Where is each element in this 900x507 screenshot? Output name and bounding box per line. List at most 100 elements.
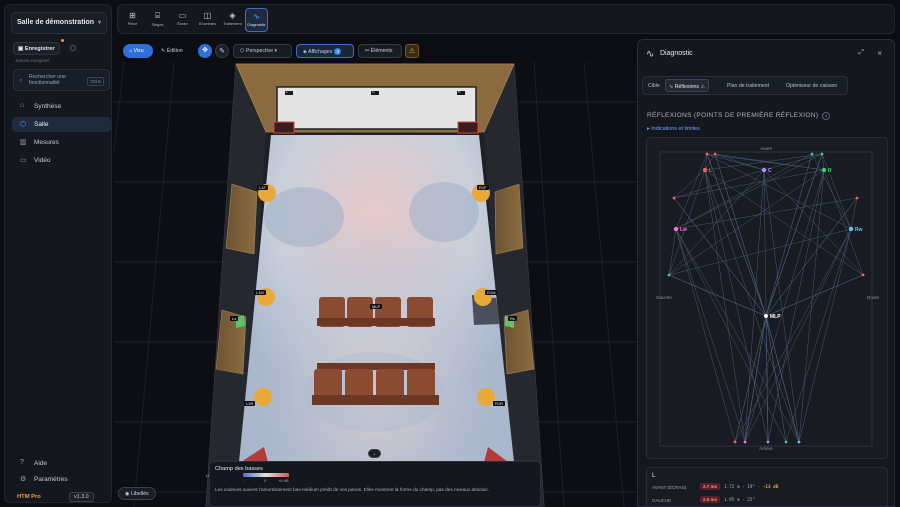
tab-plan-traitement[interactable]: Plan de traitement <box>724 79 772 92</box>
reflection-ray <box>744 169 825 443</box>
count-badge: 3 <box>334 48 342 55</box>
distance-angle: 1.72 m · 19° <box>724 485 756 490</box>
tool-label: Enceintes <box>198 21 217 26</box>
expand-icon[interactable]: ⤢ <box>858 49 864 57</box>
legend-description: Les couleurs suivent l'amortissement bas… <box>215 487 489 492</box>
nav-item-synthese[interactable]: ⌂ Synthèse <box>12 99 111 114</box>
nav-item-video[interactable]: ▭ Vidéo <box>12 153 111 168</box>
reflection-ray <box>821 153 852 230</box>
button-label: Éléments <box>370 48 393 54</box>
reflection-ray <box>704 169 769 443</box>
room-scene <box>114 62 636 507</box>
seat-row-front[interactable] <box>317 297 435 327</box>
reflection-ray <box>675 153 813 230</box>
reflection-point <box>705 152 709 156</box>
version-badge: v1.3.0 <box>69 492 94 502</box>
save-button[interactable]: ▣ Enregistrer <box>13 42 60 55</box>
label-avant: Avant <box>760 146 772 151</box>
mlp-dot <box>764 314 768 318</box>
speaker-dot-rw <box>848 226 854 232</box>
help-icon[interactable]: ? <box>822 112 830 120</box>
speaker-label-r: R <box>458 90 461 94</box>
tab-reflexions[interactable]: ∿ Réflexions ⚠ <box>665 79 710 92</box>
nav-item-salle[interactable]: ⬡ Salle <box>12 117 111 132</box>
reflection-ray <box>704 169 864 276</box>
labels-toggle-button[interactable]: ◉ Libellés <box>118 487 156 500</box>
nav-item-parametres[interactable]: ⚙ Paramètres <box>12 472 111 487</box>
save-status: Jamais enregistré <box>15 58 50 63</box>
reflection-ray <box>675 228 800 443</box>
reflection-point <box>743 440 747 444</box>
tool-enceintes[interactable]: ◫ Enceintes <box>196 8 219 32</box>
tool-ecran[interactable]: ▭ Écran <box>171 8 194 32</box>
room-3d-viewport[interactable]: L1F R1F L1M R1M Ls Rs L1R R1R MLP L C R … <box>114 62 636 507</box>
mode-edition-toggle[interactable]: ✎ Édition <box>155 44 191 58</box>
chevron-down-icon[interactable]: ⌄ <box>368 449 381 458</box>
feature-search[interactable]: ⌕ Rechercher une fonctionnalité Ctrl K <box>13 69 110 91</box>
reflection-ray <box>668 169 706 276</box>
brand-label: HTM Pro <box>17 494 41 500</box>
chevron-down-icon: ▾ <box>273 48 278 54</box>
monitor-icon: ▭ <box>20 157 27 164</box>
elements-button[interactable]: ⚯ Éléments <box>358 44 402 58</box>
search-label: Rechercher une fonctionnalité <box>29 74 66 86</box>
delay-badge: 2.7 ms <box>700 483 721 490</box>
reflection-map[interactable]: L C R Lw Rw Avant Arrière Gauche Droite MLP <box>646 137 888 459</box>
reflection-ray <box>765 315 769 443</box>
move-tool-icon[interactable]: ✥ <box>198 44 212 58</box>
close-icon[interactable]: × <box>877 49 882 58</box>
tab-cible[interactable]: Cible <box>645 79 663 92</box>
grid-icon: ⊞ <box>129 11 136 20</box>
delay-badge: 2.5 ms <box>700 496 721 503</box>
legend-color-scale <box>243 473 289 477</box>
perspective-select[interactable]: ⬡ Perspective ▾ <box>233 44 292 58</box>
nav-label: Salle <box>34 121 49 128</box>
table-row: GAUCHE 2.5 ms 1.95 m · 25° <box>652 496 887 503</box>
row-label: GAUCHE <box>652 498 672 503</box>
tool-piece[interactable]: ⊞ Pièce <box>121 8 144 32</box>
save-label: Enregistrer <box>24 46 55 52</box>
nav-item-mesures[interactable]: ▥ Mesures <box>12 135 111 150</box>
nav-label: Vidéo <box>34 157 51 164</box>
project-selector[interactable]: Salle de démonstration ▾ <box>11 12 107 34</box>
home-icon: ⌂ <box>20 102 25 109</box>
distance-angle: 1.95 m · 25° <box>724 498 756 503</box>
reflection-point <box>784 440 788 444</box>
legend-tick: +6 dB <box>278 478 289 483</box>
table-title: L <box>652 472 656 479</box>
save-icon: ▣ <box>18 46 24 52</box>
tool-sieges[interactable]: ⌸ Sièges <box>146 8 169 32</box>
tool-diagnostic[interactable]: ∿ Diagnostic <box>245 8 268 32</box>
affichages-button[interactable]: ◈ Affichages 3 <box>296 44 354 58</box>
chart-bars-icon: ▥ <box>20 139 27 146</box>
diagnostic-panel: ∿ Diagnostic ⤢ × Cible ∿ Réflexions ⚠ Pl… <box>637 39 895 507</box>
project-name: Salle de démonstration <box>17 19 95 26</box>
speaker-label-l: L <box>286 90 288 94</box>
tab-optimiseur-caisson[interactable]: Optimiseur de caisson <box>783 79 840 92</box>
nav-item-aide[interactable]: ? Aide <box>12 456 111 471</box>
reflection-point <box>820 152 824 156</box>
reflection-point <box>766 440 770 444</box>
speaker-label-r1m: R1M <box>485 290 498 295</box>
reflection-point <box>861 273 865 277</box>
gear-icon: ⚙ <box>20 476 27 483</box>
pen-tool-icon[interactable]: ✎ <box>215 44 229 58</box>
bass-field-legend: Champ des basses - 0 +6 dB Les couleurs … <box>209 461 541 507</box>
reflection-ray <box>765 197 858 317</box>
limits-link[interactable]: ▸ Indications et limites <box>647 126 700 132</box>
reflection-ray <box>763 169 864 276</box>
warning-icon[interactable]: ⚠ <box>405 44 419 58</box>
speaker-label-rw: Rw <box>855 227 863 233</box>
nav-label: Mesures <box>34 139 59 146</box>
reflection-ray <box>675 197 858 230</box>
tool-traitement[interactable]: ◈ Traitement <box>221 8 244 32</box>
speaker-label-c: C <box>768 168 772 174</box>
mode-label: Visu <box>133 48 144 54</box>
unsaved-dot-icon <box>61 39 64 42</box>
speaker-dot-c <box>761 167 767 173</box>
reflection-ray <box>675 228 787 443</box>
app-window: Salle de démonstration ▾ ▣ Enregistrer J… <box>0 0 900 507</box>
mode-visu-toggle[interactable]: ⌂ Visu <box>123 44 153 58</box>
reflection-ray <box>673 169 825 199</box>
reflection-ray <box>744 228 852 443</box>
